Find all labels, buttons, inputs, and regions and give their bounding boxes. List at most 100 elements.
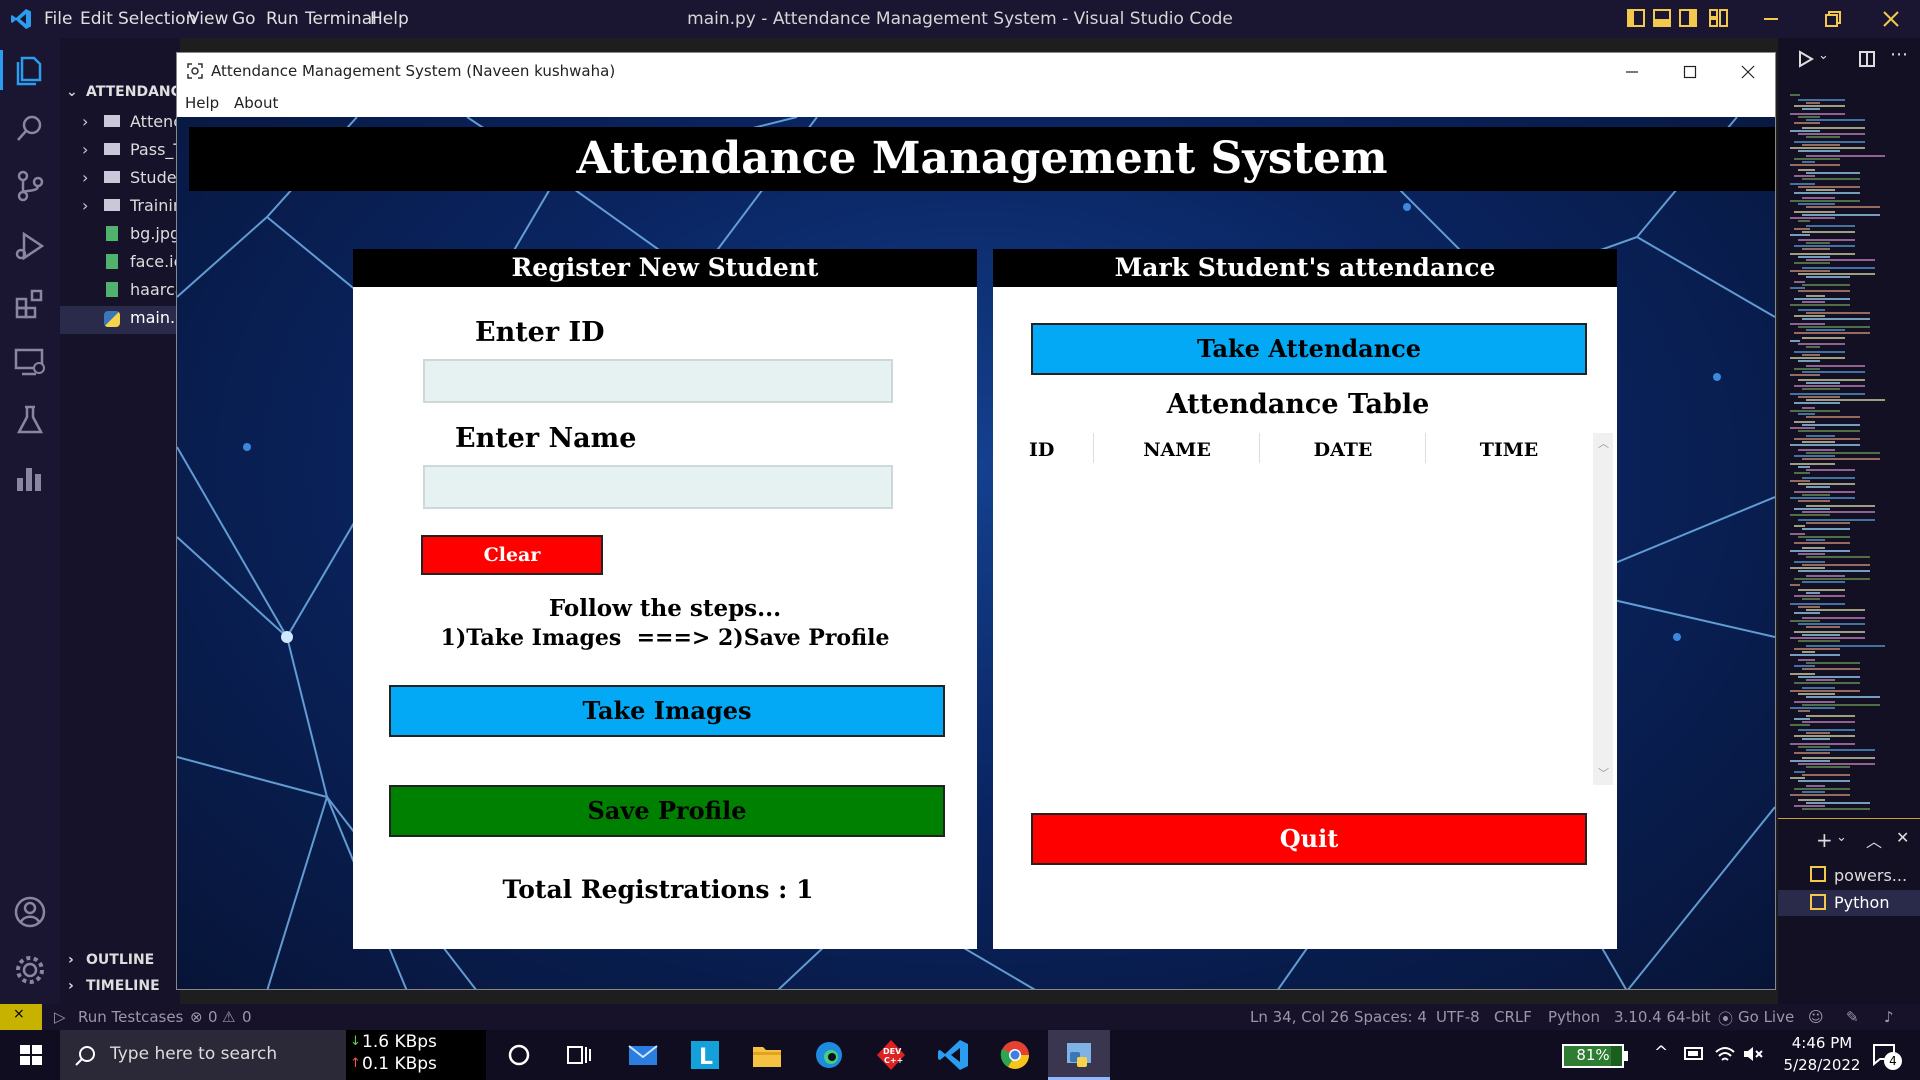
error-icon[interactable]: ⊗ bbox=[190, 1008, 203, 1026]
run-testcases-icon[interactable]: ▷ bbox=[54, 1008, 66, 1026]
chevron-down-icon[interactable]: ⌄ bbox=[1818, 48, 1829, 63]
tree-folder[interactable]: › Trainin bbox=[60, 196, 180, 222]
maximize-panel-icon[interactable]: ︿ bbox=[1866, 828, 1882, 852]
outline-section[interactable]: › OUTLINE bbox=[60, 952, 180, 978]
line-endings[interactable]: CRLF bbox=[1494, 1008, 1532, 1026]
explorer-icon[interactable] bbox=[12, 52, 48, 88]
clock-time[interactable]: 4:46 PM bbox=[1782, 1034, 1862, 1052]
run-debug-icon[interactable] bbox=[12, 228, 48, 264]
interpreter[interactable]: 3.10.4 64-bit bbox=[1614, 1008, 1711, 1026]
taskbar-search[interactable]: Type here to search bbox=[60, 1030, 346, 1080]
account-icon[interactable] bbox=[12, 894, 48, 930]
run-testcases[interactable]: Run Testcases bbox=[78, 1008, 183, 1026]
app-l-icon[interactable]: L bbox=[688, 1038, 722, 1072]
go-live-icon[interactable]: ⦿ bbox=[1718, 1008, 1733, 1029]
clear-button[interactable]: Clear bbox=[421, 535, 603, 575]
chevron-down-icon[interactable]: ⌄ bbox=[1836, 830, 1847, 845]
speaker-muted-icon[interactable] bbox=[1742, 1044, 1764, 1064]
column-name[interactable]: NAME bbox=[1095, 439, 1259, 461]
timeline-section[interactable]: › TIMELINE bbox=[60, 978, 180, 1004]
close-panel-icon[interactable]: ✕ bbox=[1896, 828, 1909, 847]
mail-icon[interactable] bbox=[626, 1038, 660, 1072]
testing-icon[interactable] bbox=[12, 402, 48, 438]
clock-date[interactable]: 5/28/2022 bbox=[1776, 1056, 1868, 1074]
app-maximize-icon[interactable] bbox=[1683, 65, 1697, 79]
search-icon[interactable] bbox=[12, 110, 48, 146]
copilot-icon[interactable]: ☺ bbox=[1808, 1008, 1824, 1026]
terminal-icon bbox=[1810, 866, 1826, 882]
settings-gear-icon[interactable] bbox=[12, 952, 48, 988]
table-scrollbar[interactable]: ︿ ﹀ bbox=[1593, 433, 1613, 785]
column-time[interactable]: TIME bbox=[1427, 439, 1591, 461]
language-mode[interactable]: Python bbox=[1548, 1008, 1600, 1026]
chevron-up-icon[interactable]: ^ bbox=[1654, 1043, 1668, 1063]
terminal-tab-active[interactable]: Python bbox=[1778, 890, 1920, 916]
tree-folder[interactable]: › Attenc bbox=[60, 112, 180, 138]
source-control-icon[interactable] bbox=[12, 168, 48, 204]
indentation[interactable]: Spaces: 4 bbox=[1354, 1008, 1427, 1026]
devcpp-icon[interactable]: DEVC++ bbox=[874, 1038, 908, 1072]
cursor-position[interactable]: Ln 34, Col 26 bbox=[1250, 1008, 1349, 1026]
run-icon[interactable] bbox=[1798, 50, 1814, 68]
activity-bar bbox=[0, 38, 60, 1004]
encoding[interactable]: UTF-8 bbox=[1436, 1008, 1480, 1026]
scroll-down-icon[interactable]: ﹀ bbox=[1598, 765, 1609, 781]
chrome-icon[interactable] bbox=[998, 1038, 1032, 1072]
take-attendance-button[interactable]: Take Attendance bbox=[1031, 323, 1587, 375]
tree-file[interactable]: face.ic bbox=[60, 252, 180, 278]
folder-icon bbox=[104, 143, 120, 155]
column-id[interactable]: ID bbox=[1029, 439, 1093, 461]
minimize-icon[interactable] bbox=[1762, 10, 1780, 28]
close-icon[interactable] bbox=[1882, 10, 1900, 28]
battery-meter[interactable]: 81% bbox=[1562, 1044, 1624, 1068]
take-images-button[interactable]: Take Images bbox=[389, 685, 945, 737]
total-registrations: Total Registrations : 1 bbox=[502, 875, 814, 904]
attendance-table[interactable]: ID NAME DATE TIME ︿ ﹀ bbox=[1029, 433, 1613, 785]
split-editor-icon[interactable] bbox=[1858, 50, 1876, 68]
layout-icons[interactable] bbox=[1626, 8, 1736, 28]
remote-explorer-icon[interactable] bbox=[12, 344, 48, 380]
tree-folder[interactable]: › Pass_T bbox=[60, 140, 180, 166]
name-input[interactable] bbox=[423, 465, 893, 509]
windows-start-icon[interactable] bbox=[14, 1038, 48, 1072]
cortana-icon[interactable] bbox=[502, 1038, 536, 1072]
task-view-icon[interactable] bbox=[562, 1038, 596, 1072]
quit-button[interactable]: Quit bbox=[1031, 813, 1587, 865]
tree-folder[interactable]: › Studer bbox=[60, 168, 180, 194]
remote-indicator[interactable]: ⨯ bbox=[0, 1004, 42, 1030]
wifi-icon[interactable] bbox=[1714, 1044, 1736, 1064]
warnings-count[interactable]: 0 bbox=[242, 1008, 252, 1026]
id-input[interactable] bbox=[423, 359, 893, 403]
enter-id-label: Enter ID bbox=[475, 317, 605, 348]
new-terminal-icon[interactable]: + bbox=[1816, 828, 1833, 852]
more-actions-icon[interactable]: ⋯ bbox=[1890, 44, 1908, 65]
app-menu-help[interactable]: Help bbox=[185, 94, 219, 112]
extensions-icon[interactable] bbox=[12, 286, 48, 322]
app-menu-about[interactable]: About bbox=[234, 94, 278, 112]
app-minimize-icon[interactable] bbox=[1625, 65, 1639, 79]
explorer-section[interactable]: ⌄ ATTENDANCE bbox=[60, 84, 180, 110]
tree-file[interactable]: bg.jpg bbox=[60, 224, 180, 250]
scroll-up-icon[interactable]: ︿ bbox=[1598, 435, 1609, 451]
battery-icon[interactable] bbox=[1684, 1046, 1706, 1062]
column-date[interactable]: DATE bbox=[1261, 439, 1425, 461]
problems-count[interactable]: 0 bbox=[208, 1008, 218, 1026]
charts-icon[interactable] bbox=[12, 460, 48, 496]
python-app-taskbar-active[interactable] bbox=[1048, 1030, 1110, 1080]
tree-file-selected[interactable]: main.p bbox=[60, 306, 180, 334]
steps-title: Follow the steps... bbox=[548, 595, 782, 622]
save-profile-button[interactable]: Save Profile bbox=[389, 785, 945, 837]
file-explorer-icon[interactable] bbox=[750, 1038, 784, 1072]
xml-file-icon bbox=[106, 282, 118, 297]
go-live[interactable]: Go Live bbox=[1738, 1008, 1794, 1026]
warning-icon[interactable]: ⚠ bbox=[222, 1008, 235, 1026]
restore-icon[interactable] bbox=[1824, 10, 1842, 28]
app-close-icon[interactable] bbox=[1741, 65, 1755, 79]
vscode-taskbar-icon[interactable] bbox=[936, 1038, 970, 1072]
notifications-bell-icon[interactable]: ♪ bbox=[1884, 1008, 1894, 1026]
terminal-tab[interactable]: powers... bbox=[1778, 864, 1920, 890]
edge-icon[interactable] bbox=[812, 1038, 846, 1072]
minimap[interactable]: ⌄ ⋯ bbox=[1778, 38, 1920, 818]
feedback-icon[interactable]: ✎ bbox=[1846, 1008, 1859, 1026]
tree-file[interactable]: haarca bbox=[60, 280, 180, 306]
